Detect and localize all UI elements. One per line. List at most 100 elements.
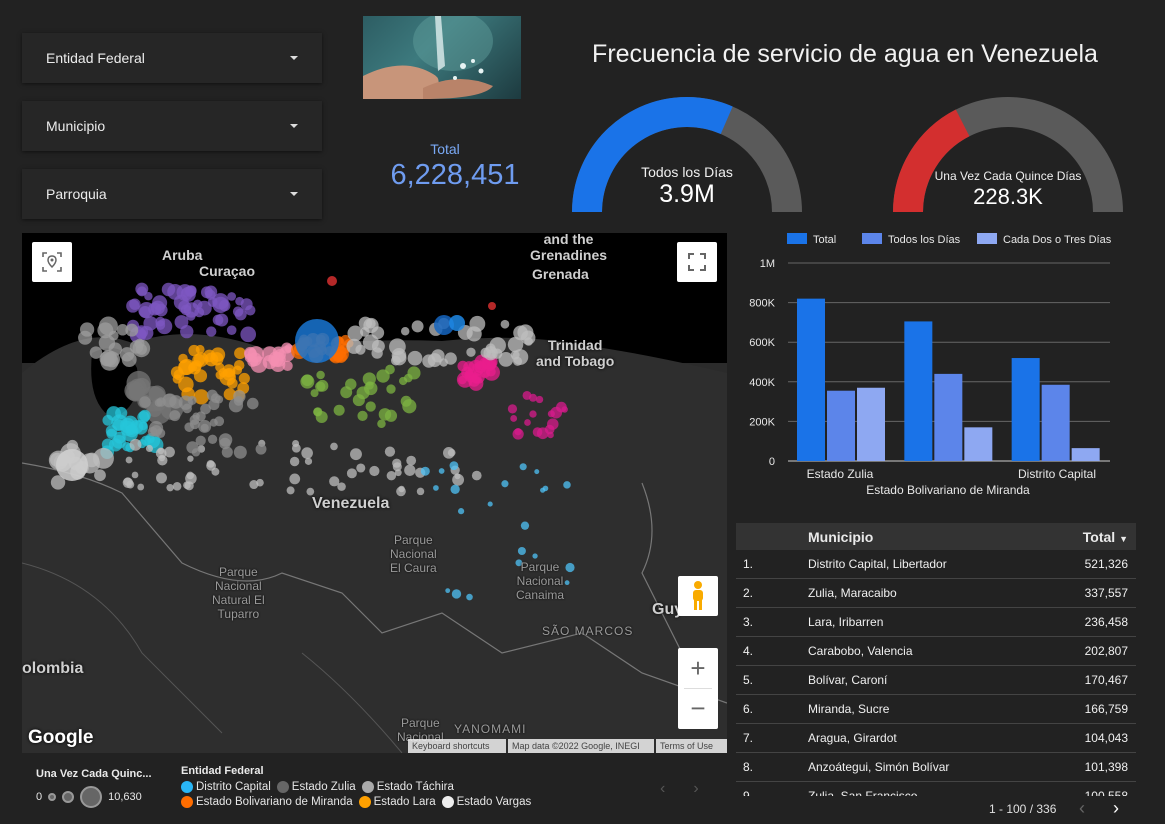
row-total: 521,326	[1084, 557, 1128, 571]
row-total: 170,467	[1084, 673, 1128, 687]
map-bubble	[195, 435, 206, 446]
row-total: 337,557	[1084, 586, 1128, 600]
map-bubble	[524, 419, 531, 426]
legend-item-miranda[interactable]: Estado Bolivariano de Miranda	[181, 796, 353, 808]
table-row[interactable]: 8. Anzoátegui, Simón Bolívar 101,398	[736, 753, 1136, 782]
table-row[interactable]: 3. Lara, Iribarren 236,458	[736, 608, 1136, 637]
minus-icon[interactable]: −	[678, 688, 718, 728]
bar	[904, 321, 933, 461]
map-bubble	[157, 455, 168, 466]
pegman-icon[interactable]	[678, 576, 718, 616]
terms-of-use-link[interactable]: Terms of Use	[656, 739, 727, 753]
map-label-venezuela: Venezuela	[312, 495, 390, 512]
legend-item-distrito-capital[interactable]: Distrito Capital	[181, 781, 271, 793]
location-pin-icon[interactable]	[32, 242, 72, 282]
map-bubble	[129, 438, 142, 451]
map-bubble	[402, 399, 417, 414]
map-bubble	[542, 485, 549, 492]
map-bubble	[362, 372, 376, 386]
map-bubble	[457, 360, 469, 372]
legend-item-vargas[interactable]: Estado Vargas	[441, 796, 531, 808]
table-row[interactable]: 9. Zulia, San Francisco 100,558	[736, 782, 1136, 796]
map-bubble	[365, 401, 376, 412]
y-tick-label: 400K	[749, 377, 775, 389]
map-bubble	[270, 355, 280, 365]
large-circle-icon	[80, 786, 103, 808]
map-bubble	[301, 447, 313, 459]
map-bubble	[200, 423, 209, 432]
medium-circle-icon	[62, 791, 75, 803]
map-bubble	[466, 593, 473, 601]
map-bubble	[564, 580, 570, 586]
map-bubble	[501, 480, 509, 488]
legend-item-tachira[interactable]: Estado Táchira	[361, 781, 454, 793]
filter-entidad-federal[interactable]: Entidad Federal	[22, 33, 322, 83]
map-label-park-caura: Parque Nacional El Caura	[390, 533, 437, 575]
header-municipio[interactable]: Municipio	[808, 529, 1036, 545]
legend-label: Total	[813, 234, 836, 246]
chevron-right-icon[interactable]: ›	[1113, 798, 1119, 819]
bar	[857, 387, 885, 461]
map-bubble	[255, 443, 267, 455]
map-bubble	[249, 480, 259, 490]
table-row[interactable]: 2. Zulia, Maracaibo 337,557	[736, 579, 1136, 608]
keyboard-shortcuts-link[interactable]: Keyboard shortcuts	[408, 739, 506, 753]
map-bubble	[407, 350, 423, 366]
map-bubble	[404, 464, 416, 476]
row-index: 3.	[743, 615, 754, 629]
map-bubble	[400, 326, 410, 336]
bar	[1041, 384, 1070, 461]
map-bubble	[300, 374, 315, 389]
map-bubble	[125, 323, 139, 337]
fullscreen-icon[interactable]	[677, 242, 717, 282]
chevron-right-icon[interactable]: ›	[693, 780, 698, 798]
map-bubble	[398, 485, 405, 493]
zoom-control: + −	[678, 648, 718, 729]
map-bubble	[452, 473, 465, 486]
table-row[interactable]: 7. Aragua, Girardot 104,043	[736, 724, 1136, 753]
map-bubble	[97, 322, 114, 339]
row-municipio: Miranda, Sucre	[808, 702, 890, 716]
page-title: Frecuencia de servicio de agua en Venezu…	[592, 40, 1098, 68]
map-bubble	[534, 469, 540, 475]
map-bubble	[517, 546, 526, 555]
table-row[interactable]: 6. Miranda, Sucre 166,759	[736, 695, 1136, 724]
bubble-map[interactable]: Aruba Curaçao and the Grenadines Grenada…	[22, 233, 727, 753]
chevron-left-icon[interactable]: ‹	[1079, 798, 1085, 819]
legend-item-zulia[interactable]: Estado Zulia	[276, 781, 356, 793]
map-bubble	[420, 466, 430, 476]
map-bubble	[125, 456, 133, 464]
row-total: 236,458	[1084, 615, 1128, 629]
table-row[interactable]: 5. Bolívar, Caroní 170,467	[736, 666, 1136, 695]
row-index: 5.	[743, 673, 754, 687]
map-bubble	[291, 443, 301, 453]
map-bubble	[235, 296, 244, 306]
row-total: 166,759	[1084, 702, 1128, 716]
table-row[interactable]: 4. Carabobo, Valencia 202,807	[736, 637, 1136, 666]
table-row[interactable]: 1. Distrito Capital, Libertador 521,326	[736, 550, 1136, 579]
map-bubble	[444, 352, 457, 365]
map-bubble	[139, 305, 152, 318]
header-total[interactable]: Total ▼	[1036, 529, 1136, 545]
legend-label: Todos los Días	[888, 234, 961, 246]
map-bubble	[295, 319, 339, 363]
gauge-value: 3.9M	[659, 180, 715, 208]
filter-municipio[interactable]: Municipio	[22, 101, 322, 151]
google-logo: Google	[28, 727, 94, 748]
map-bubble	[234, 308, 247, 321]
map-bubble	[346, 468, 357, 479]
chevron-left-icon[interactable]: ‹	[660, 780, 665, 798]
map-bubble	[327, 276, 337, 286]
map-bubble	[218, 367, 228, 378]
map-bubble	[386, 470, 397, 481]
size-legend-min: 0	[36, 791, 43, 803]
legend-item-lara[interactable]: Estado Lara	[358, 796, 436, 808]
legend-swatch	[977, 233, 997, 244]
map-bubble	[532, 553, 538, 559]
map-bubble	[529, 410, 537, 418]
legend-dot-icon	[181, 796, 193, 808]
filter-parroquia[interactable]: Parroquia	[22, 169, 322, 219]
plus-icon[interactable]: +	[678, 648, 718, 688]
map-bubble	[219, 437, 231, 450]
caret-down-icon	[290, 56, 298, 60]
